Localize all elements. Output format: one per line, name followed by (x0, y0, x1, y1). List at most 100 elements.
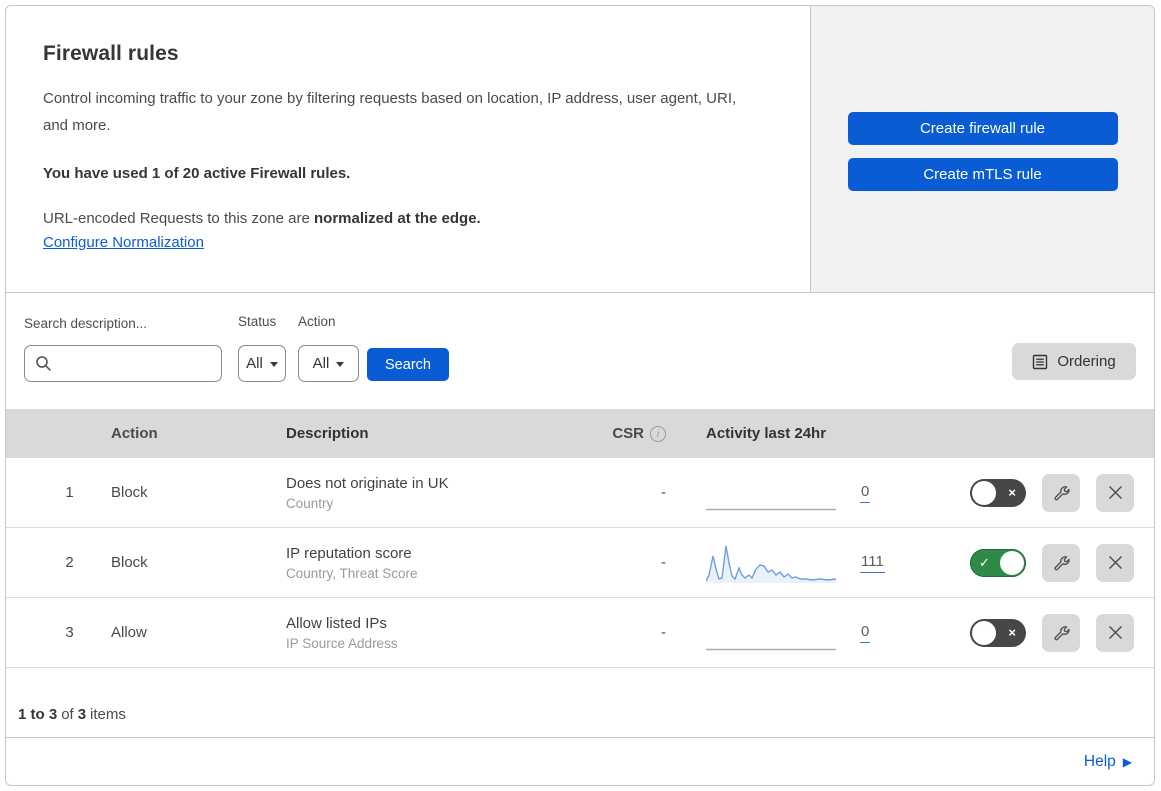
action-filter-value: All (312, 355, 330, 372)
column-header-activity: Activity last 24hr (706, 425, 827, 442)
column-header-csr: CSR i (576, 425, 676, 442)
rule-criteria: Country, Threat Score (286, 565, 418, 581)
edit-rule-button[interactable] (1042, 543, 1080, 582)
table-header-row: Action Description CSR i Activity last 2… (6, 409, 1154, 458)
table-row: 1 Block Does not originate in UK Country… (6, 458, 1154, 528)
rule-priority: 3 (65, 624, 74, 641)
rule-criteria: Country (286, 495, 334, 511)
rule-csr-value: - (661, 554, 666, 571)
status-filter-dropdown[interactable]: All (238, 345, 286, 382)
rule-action: Block (111, 484, 148, 501)
delete-rule-button[interactable] (1096, 543, 1134, 582)
pagination-range: 1 to 3 (18, 706, 58, 723)
rule-description-cell: Allow listed IPs IP Source Address (286, 615, 576, 651)
rule-priority: 1 (65, 484, 74, 501)
delete-rule-button[interactable] (1096, 613, 1134, 652)
help-bar: Help ▶ (6, 738, 1154, 785)
table-pagination-summary: 1 to 3 of 3 items (6, 668, 1154, 738)
page-description: Control incoming traffic to your zone by… (43, 90, 737, 134)
wrench-icon (1054, 555, 1070, 570)
rule-description: Does not originate in UK (286, 474, 449, 492)
rule-enabled-toggle[interactable]: × ✓ (970, 478, 1026, 507)
action-filter-label: Action (298, 314, 336, 329)
rule-action: Block (111, 554, 148, 571)
rule-description: Allow listed IPs (286, 614, 387, 632)
toggle-knob (972, 480, 996, 505)
header-section: Firewall rules Control incoming traffic … (6, 6, 1154, 293)
create-firewall-rule-button[interactable]: Create firewall rule (847, 112, 1118, 145)
toggle-off-icon: × (1008, 484, 1016, 500)
rule-description-cell: IP reputation score Country, Threat Scor… (286, 545, 576, 581)
close-icon (1108, 556, 1122, 569)
pagination-items: items (90, 706, 126, 723)
ordering-button-label: Ordering (1057, 353, 1116, 370)
csr-header-label: CSR (612, 425, 644, 442)
search-button[interactable]: Search (367, 348, 449, 381)
activity-sparkline (706, 545, 836, 583)
search-box (24, 345, 222, 382)
activity-count-link[interactable]: 111 (860, 553, 885, 573)
column-header-description: Description (286, 425, 369, 442)
info-icon[interactable]: i (650, 425, 666, 442)
rule-activity-cell: 0 (676, 473, 906, 513)
close-icon (1108, 626, 1122, 639)
normalization-note-text: URL-encoded Requests to this zone are (43, 210, 314, 227)
toggle-knob (972, 620, 996, 645)
rule-activity-cell: 0 (676, 613, 906, 653)
search-input[interactable] (24, 345, 222, 382)
toggle-knob (1000, 550, 1024, 575)
page-title: Firewall rules (43, 42, 179, 65)
rule-priority: 2 (65, 554, 74, 571)
usage-summary: You have used 1 of 20 active Firewall ru… (43, 165, 351, 182)
search-field-label: Search description... (24, 316, 148, 331)
status-filter-value: All (246, 355, 263, 372)
pagination-total: 3 (77, 706, 87, 723)
rule-enabled-toggle[interactable]: × ✓ (970, 548, 1026, 577)
filter-bar: Search description... Status All Action … (6, 293, 1154, 409)
pagination-of: of (61, 706, 74, 723)
firewall-rules-card: Firewall rules Control incoming traffic … (5, 5, 1155, 786)
action-filter-dropdown[interactable]: All (298, 345, 359, 382)
list-document-icon (1033, 354, 1048, 369)
activity-sparkline (706, 648, 836, 650)
rule-controls: × ✓ (906, 613, 1154, 652)
ordering-button[interactable]: Ordering (1012, 343, 1136, 380)
rule-enabled-toggle[interactable]: × ✓ (970, 618, 1026, 647)
rule-controls: × ✓ (906, 543, 1154, 582)
toggle-on-icon: ✓ (979, 554, 990, 570)
column-header-action: Action (111, 425, 158, 442)
rule-activity-cell: 111 (676, 543, 906, 583)
create-mtls-rule-button[interactable]: Create mTLS rule (847, 158, 1118, 191)
firewall-rules-page: Firewall rules Control incoming traffic … (0, 0, 1161, 791)
rule-controls: × ✓ (906, 473, 1154, 512)
header-actions-panel: Create firewall rule Create mTLS rule (811, 6, 1154, 292)
rule-description: IP reputation score (286, 544, 412, 562)
configure-normalization-link[interactable]: Configure Normalization (43, 234, 204, 251)
help-link-label: Help (1083, 752, 1116, 770)
rule-action: Allow (111, 624, 147, 641)
rule-csr-value: - (661, 484, 666, 501)
help-link[interactable]: Help ▶ (1084, 753, 1132, 771)
wrench-icon (1054, 485, 1070, 500)
header-text-area: Firewall rules Control incoming traffic … (6, 6, 811, 292)
rule-csr-value: - (661, 624, 666, 641)
table-row: 2 Block IP reputation score Country, Thr… (6, 528, 1154, 598)
rule-description-cell: Does not originate in UK Country (286, 475, 576, 511)
help-arrow-icon: ▶ (1122, 754, 1132, 769)
edit-rule-button[interactable] (1042, 473, 1080, 512)
wrench-icon (1054, 625, 1070, 640)
close-icon (1108, 486, 1122, 499)
status-filter-label: Status (238, 314, 277, 329)
table-row: 3 Allow Allow listed IPs IP Source Addre… (6, 598, 1154, 668)
normalization-note: URL-encoded Requests to this zone are no… (43, 210, 770, 227)
activity-count-link[interactable]: 0 (860, 623, 871, 643)
activity-sparkline (706, 508, 836, 510)
edit-rule-button[interactable] (1042, 613, 1080, 652)
normalization-note-bold: normalized at the edge. (314, 210, 481, 227)
rule-criteria: IP Source Address (286, 635, 398, 651)
delete-rule-button[interactable] (1096, 473, 1134, 512)
chevron-down-icon (336, 362, 345, 367)
chevron-down-icon (269, 362, 278, 367)
activity-count-link[interactable]: 0 (860, 483, 871, 503)
toggle-off-icon: × (1008, 624, 1016, 640)
